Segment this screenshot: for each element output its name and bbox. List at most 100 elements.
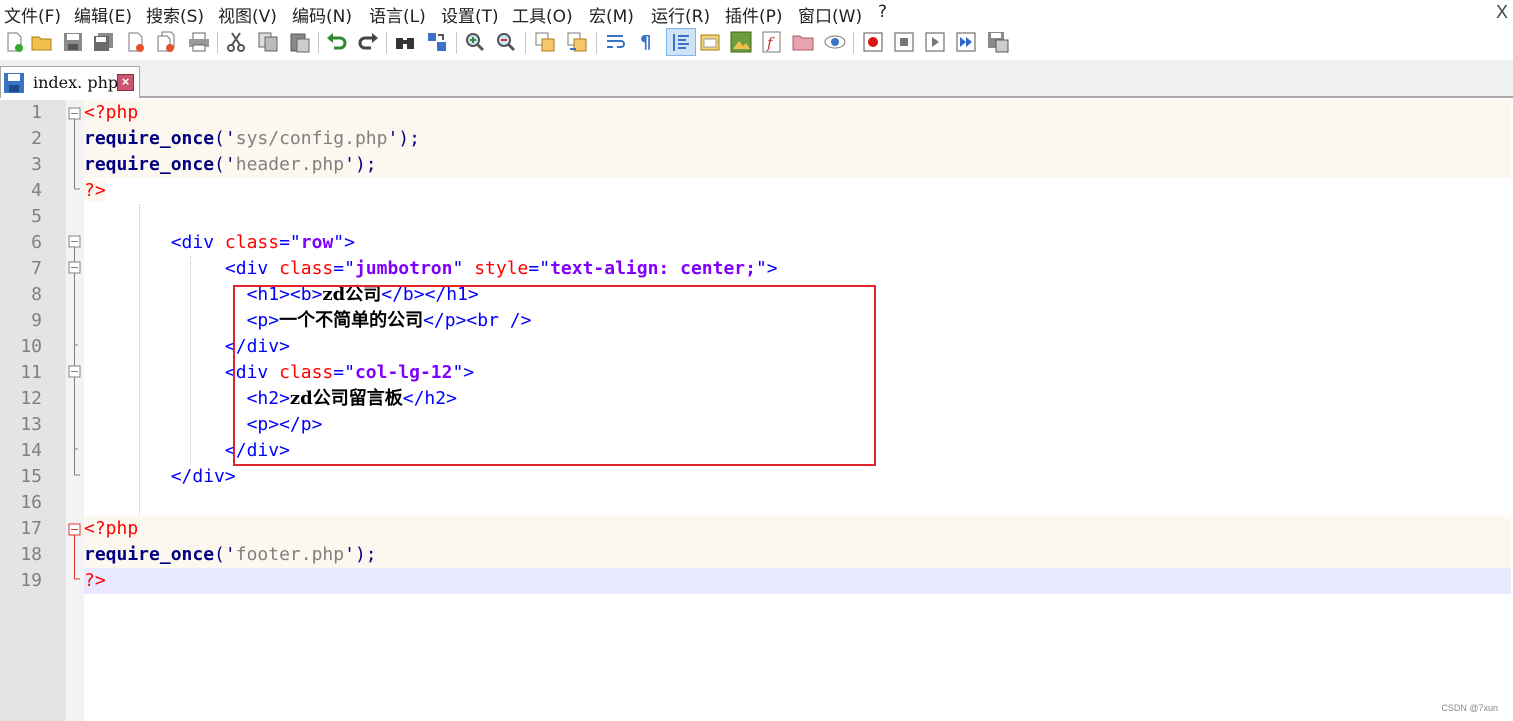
line-number: 2 xyxy=(31,128,42,149)
line-number: 1 xyxy=(31,102,42,123)
toolbar-separator xyxy=(217,32,218,54)
menu-settings[interactable]: 设置(T) xyxy=(441,2,499,27)
punctuation: '); xyxy=(344,154,377,175)
new-file-icon[interactable] xyxy=(2,30,26,54)
php-open-tag: <?php xyxy=(84,102,139,123)
replace-icon[interactable] xyxy=(425,30,449,54)
menu-encoding[interactable]: 编码(N) xyxy=(292,2,352,27)
tab-index-php[interactable]: index. php × xyxy=(0,66,140,98)
fold-markers xyxy=(68,107,81,580)
line-number: 8 xyxy=(31,284,42,305)
save-macro-icon[interactable] xyxy=(986,30,1010,54)
line-number: 4 xyxy=(31,180,42,201)
code-line: <div class="jumbotron" style="text-align… xyxy=(84,256,1511,282)
zoom-in-icon[interactable] xyxy=(463,30,487,54)
line-number: 17 xyxy=(20,518,42,539)
menu-edit[interactable]: 编辑(E) xyxy=(74,2,132,27)
play-macro-icon[interactable] xyxy=(923,30,947,54)
find-icon[interactable] xyxy=(393,30,417,54)
html-tag: =" xyxy=(279,232,301,253)
html-tag: "> xyxy=(333,232,355,253)
function-list-icon[interactable]: f xyxy=(760,30,784,54)
menu-window[interactable]: 窗口(W) xyxy=(798,2,862,27)
menu-tools[interactable]: 工具(O) xyxy=(512,2,573,27)
toolbar-separator xyxy=(596,32,597,54)
line-number: 14 xyxy=(20,440,42,461)
keyword: require_once xyxy=(84,154,215,175)
keyword: require_once xyxy=(84,544,215,565)
fold-margin xyxy=(66,100,84,721)
folder-icon[interactable] xyxy=(791,30,815,54)
menu-view[interactable]: 视图(V) xyxy=(218,2,277,27)
code-line: <div class="row"> xyxy=(84,230,1511,256)
tab-label: index. php xyxy=(33,73,119,92)
menu-plugins[interactable]: 插件(P) xyxy=(725,2,783,27)
punctuation: '); xyxy=(387,128,420,149)
indent-guide-icon[interactable] xyxy=(666,28,696,56)
menu-macro[interactable]: 宏(M) xyxy=(589,2,634,27)
html-attribute: class xyxy=(224,232,280,253)
code-line: require_once('header.php'); xyxy=(84,152,1511,178)
show-all-chars-icon[interactable]: ¶ xyxy=(635,30,659,54)
menu-search[interactable]: 搜索(S) xyxy=(146,2,204,27)
line-number: 13 xyxy=(20,414,42,435)
menu-help[interactable]: ? xyxy=(878,2,887,22)
toolbar-separator xyxy=(386,32,387,54)
close-all-icon[interactable] xyxy=(155,30,179,54)
document-map-icon[interactable] xyxy=(729,30,753,54)
punctuation: (' xyxy=(214,154,236,175)
line-number: 18 xyxy=(20,544,42,565)
save-icon[interactable] xyxy=(61,30,85,54)
toolbar-separator xyxy=(318,32,319,54)
menu-run[interactable]: 运行(R) xyxy=(651,2,710,27)
php-close-tag: ?> xyxy=(84,180,106,201)
html-tag: <div xyxy=(170,232,225,253)
cut-icon[interactable] xyxy=(224,30,248,54)
undo-icon[interactable] xyxy=(325,30,349,54)
folder-as-workspace-icon[interactable] xyxy=(698,30,722,54)
save-all-icon[interactable] xyxy=(92,30,116,54)
sync-vertical-icon[interactable] xyxy=(533,30,557,54)
zoom-out-icon[interactable] xyxy=(494,30,518,54)
line-number: 15 xyxy=(20,466,42,487)
string-literal: header.php xyxy=(235,154,345,175)
close-icon[interactable] xyxy=(124,30,148,54)
line-number: 9 xyxy=(31,310,42,331)
print-icon[interactable] xyxy=(187,30,211,54)
current-line: ?> xyxy=(84,568,1511,594)
highlight-box xyxy=(233,285,876,466)
menu-file[interactable]: 文件(F) xyxy=(4,2,61,27)
stop-macro-icon[interactable] xyxy=(892,30,916,54)
string-literal: sys/config.php xyxy=(235,128,388,149)
toolbar: ¶ f xyxy=(0,26,1513,60)
monitor-icon[interactable] xyxy=(823,30,847,54)
redo-icon[interactable] xyxy=(356,30,380,54)
word-wrap-icon[interactable] xyxy=(604,30,628,54)
sync-horizontal-icon[interactable] xyxy=(565,30,589,54)
run-macro-multiple-icon[interactable] xyxy=(954,30,978,54)
code-line: <?php xyxy=(84,100,1511,126)
close-document-button[interactable]: X xyxy=(1496,2,1508,23)
menu-language[interactable]: 语言(L) xyxy=(369,2,426,27)
record-macro-icon[interactable] xyxy=(861,30,885,54)
punctuation: '); xyxy=(344,544,377,565)
attribute-value: row xyxy=(300,232,334,253)
punctuation: (' xyxy=(214,544,236,565)
attribute-value: text-align: center; xyxy=(550,258,756,279)
open-file-icon[interactable] xyxy=(30,30,54,54)
svg-text:¶: ¶ xyxy=(640,32,651,53)
toolbar-separator xyxy=(525,32,526,54)
paste-icon[interactable] xyxy=(288,30,312,54)
tab-strip: index. php × xyxy=(0,60,1513,98)
line-number: 12 xyxy=(20,388,42,409)
html-attribute: style xyxy=(474,258,529,279)
line-number: 5 xyxy=(31,206,42,227)
copy-icon[interactable] xyxy=(256,30,280,54)
tab-close-icon[interactable]: × xyxy=(117,74,134,91)
toolbar-separator xyxy=(853,32,854,54)
